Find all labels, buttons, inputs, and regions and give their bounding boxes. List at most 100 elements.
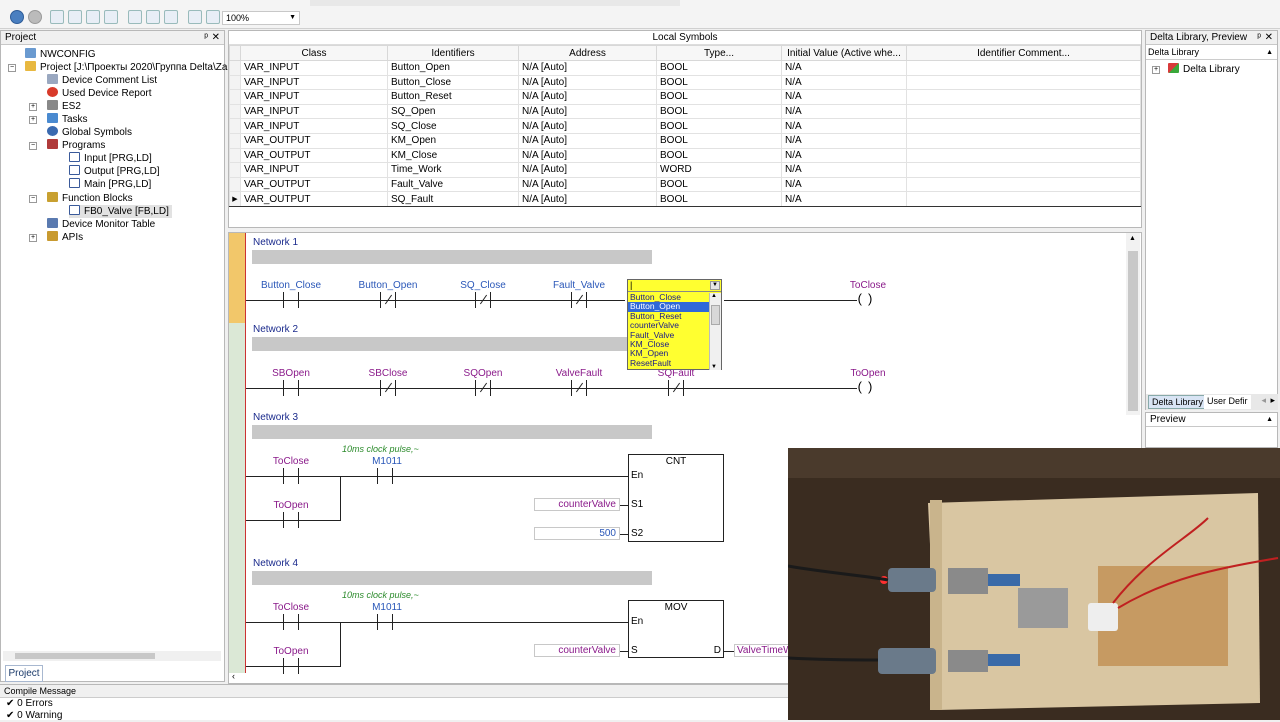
cell-address[interactable]: N/A [Auto] [518,176,657,193]
cell-initial-value[interactable]: N/A [781,162,907,178]
paste-icon[interactable] [86,10,100,24]
cell-class[interactable]: VAR_OUTPUT [240,147,388,164]
chevron-down-icon[interactable]: ▼ [710,281,720,290]
collapse-icon[interactable]: − [8,64,16,72]
symbol-row[interactable]: VAR_OUTPUT KM_Open N/A [Auto] BOOL N/A [229,132,1141,149]
cell-comment[interactable] [906,89,1141,105]
cell-comment[interactable] [906,118,1141,134]
cell-comment[interactable] [906,191,1141,207]
cell-initial-value[interactable]: N/A [781,60,907,76]
cell-identifier[interactable]: Button_Open [387,60,519,76]
symbol-row[interactable]: VAR_INPUT SQ_Open N/A [Auto] BOOL N/A [229,103,1141,120]
cell-initial-value[interactable]: N/A [781,118,907,134]
row-header[interactable] [229,147,241,164]
combobox-scrollbar[interactable]: ▲ ▼ [709,293,721,370]
tree-item-output-prg[interactable]: Output [PRG,LD] [69,165,160,178]
row-pointer-icon[interactable]: ▶ [229,191,241,207]
cell-identifier[interactable]: SQ_Fault [387,191,519,207]
symbol-row[interactable]: VAR_INPUT Time_Work N/A [Auto] WORD N/A [229,162,1141,178]
symbol-row[interactable]: VAR_INPUT Button_Open N/A [Auto] BOOL N/A [229,60,1141,76]
tree-item-tasks[interactable]: Tasks [47,113,88,126]
col-header-identifiers[interactable]: Identifiers [387,45,519,61]
tree-item-used-device[interactable]: Used Device Report [47,87,151,100]
row-header[interactable] [229,162,241,178]
tree-item-function-blocks[interactable]: Function Blocks [47,192,133,205]
tree-item-device-comment[interactable]: Device Comment List [47,74,157,87]
cell-comment[interactable] [906,132,1141,149]
cell-address[interactable]: N/A [Auto] [518,118,657,134]
cell-type[interactable]: BOOL [656,60,782,76]
row-header[interactable] [229,132,241,149]
collapse-icon[interactable]: − [29,142,37,150]
cell-identifier[interactable]: SQ_Open [387,103,519,120]
tree-item-programs[interactable]: Programs [47,139,105,152]
cell-identifier[interactable]: KM_Close [387,147,519,164]
cell-address[interactable]: N/A [Auto] [518,191,657,207]
combobox-option[interactable]: Fault_Valve [628,331,709,340]
symbol-row[interactable]: VAR_INPUT SQ_Close N/A [Auto] BOOL N/A [229,118,1141,134]
expand-icon[interactable]: + [29,234,37,242]
cell-identifier[interactable]: KM_Open [387,132,519,149]
library-root[interactable]: Delta Library [1168,63,1240,76]
cell-class[interactable]: VAR_INPUT [240,162,388,178]
cnt-block[interactable]: CNT En S1 S2 [628,454,724,542]
mov-block[interactable]: MOV En S D [628,600,724,658]
cell-identifier[interactable]: Fault_Valve [387,176,519,193]
col-header-address[interactable]: Address [518,45,657,61]
cell-identifier[interactable]: SQ_Close [387,118,519,134]
cell-type[interactable]: BOOL [656,132,782,149]
expand-icon[interactable]: + [1152,66,1160,74]
cell-class[interactable]: VAR_OUTPUT [240,132,388,149]
row-header[interactable] [229,118,241,134]
combobox-input[interactable]: | ▼ [628,280,721,292]
project-hscrollbar[interactable] [3,651,221,661]
cell-class[interactable]: VAR_OUTPUT [240,191,388,207]
cell-address[interactable]: N/A [Auto] [518,60,657,76]
cell-comment[interactable] [906,147,1141,164]
scroll-thumb[interactable] [15,653,155,659]
tab-next-icon[interactable]: ▸ [1270,395,1275,406]
tree-item-es2[interactable]: ES2 [47,100,81,113]
row-header[interactable] [229,176,241,193]
output-coil[interactable]: () [857,292,879,307]
cell-type[interactable]: BOOL [656,176,782,193]
cell-initial-value[interactable]: N/A [781,103,907,120]
cell-initial-value[interactable]: N/A [781,89,907,105]
cell-comment[interactable] [906,176,1141,193]
scroll-thumb[interactable] [1128,251,1138,411]
nc-contact[interactable] [475,292,491,308]
tree-item-project[interactable]: Project [J:\Проекты 2020\Группа Delta\Za [25,61,227,74]
row-header[interactable] [229,74,241,91]
close-icon[interactable]: ✕ [1265,31,1273,44]
cut-icon[interactable] [50,10,64,24]
cell-comment[interactable] [906,60,1141,76]
tree-item-fb0-valve[interactable]: FB0_Valve [FB,LD] [69,205,172,218]
cell-address[interactable]: N/A [Auto] [518,162,657,178]
pin-icon[interactable]: ᵖ [1257,31,1261,44]
operand-s1[interactable]: counterValve [534,498,620,511]
cell-type[interactable]: BOOL [656,89,782,105]
pin-icon[interactable]: ᵖ [204,31,208,44]
tree-item-main-prg[interactable]: Main [PRG,LD] [69,178,151,191]
scroll-down-icon[interactable]: ▼ [711,364,717,370]
tree-item-global-symbols[interactable]: Global Symbols [47,126,132,139]
nc-contact[interactable] [380,380,396,396]
cell-class[interactable]: VAR_INPUT [240,74,388,91]
combobox-option[interactable]: KM_Close [628,340,709,349]
combobox-option[interactable]: Button_Open [628,302,709,312]
cell-comment[interactable] [906,103,1141,120]
cell-initial-value[interactable]: N/A [781,74,907,91]
library-select[interactable]: Delta Library ▲ [1146,46,1277,60]
nc-contact[interactable] [668,380,684,396]
combobox-option[interactable]: Button_Reset [628,312,709,321]
zoom-out-icon[interactable] [206,10,220,24]
cell-type[interactable]: WORD [656,162,782,178]
collapse-icon[interactable]: − [29,195,37,203]
ladder-vscrollbar[interactable]: ▲ [1126,233,1140,415]
col-header-initial-value[interactable]: Initial Value (Active whe... [781,45,907,61]
expand-icon[interactable]: + [29,116,37,124]
goto-icon[interactable] [164,10,178,24]
no-contact[interactable] [283,380,299,396]
nc-contact[interactable] [571,292,587,308]
col-header-comment[interactable]: Identifier Comment... [906,45,1141,61]
